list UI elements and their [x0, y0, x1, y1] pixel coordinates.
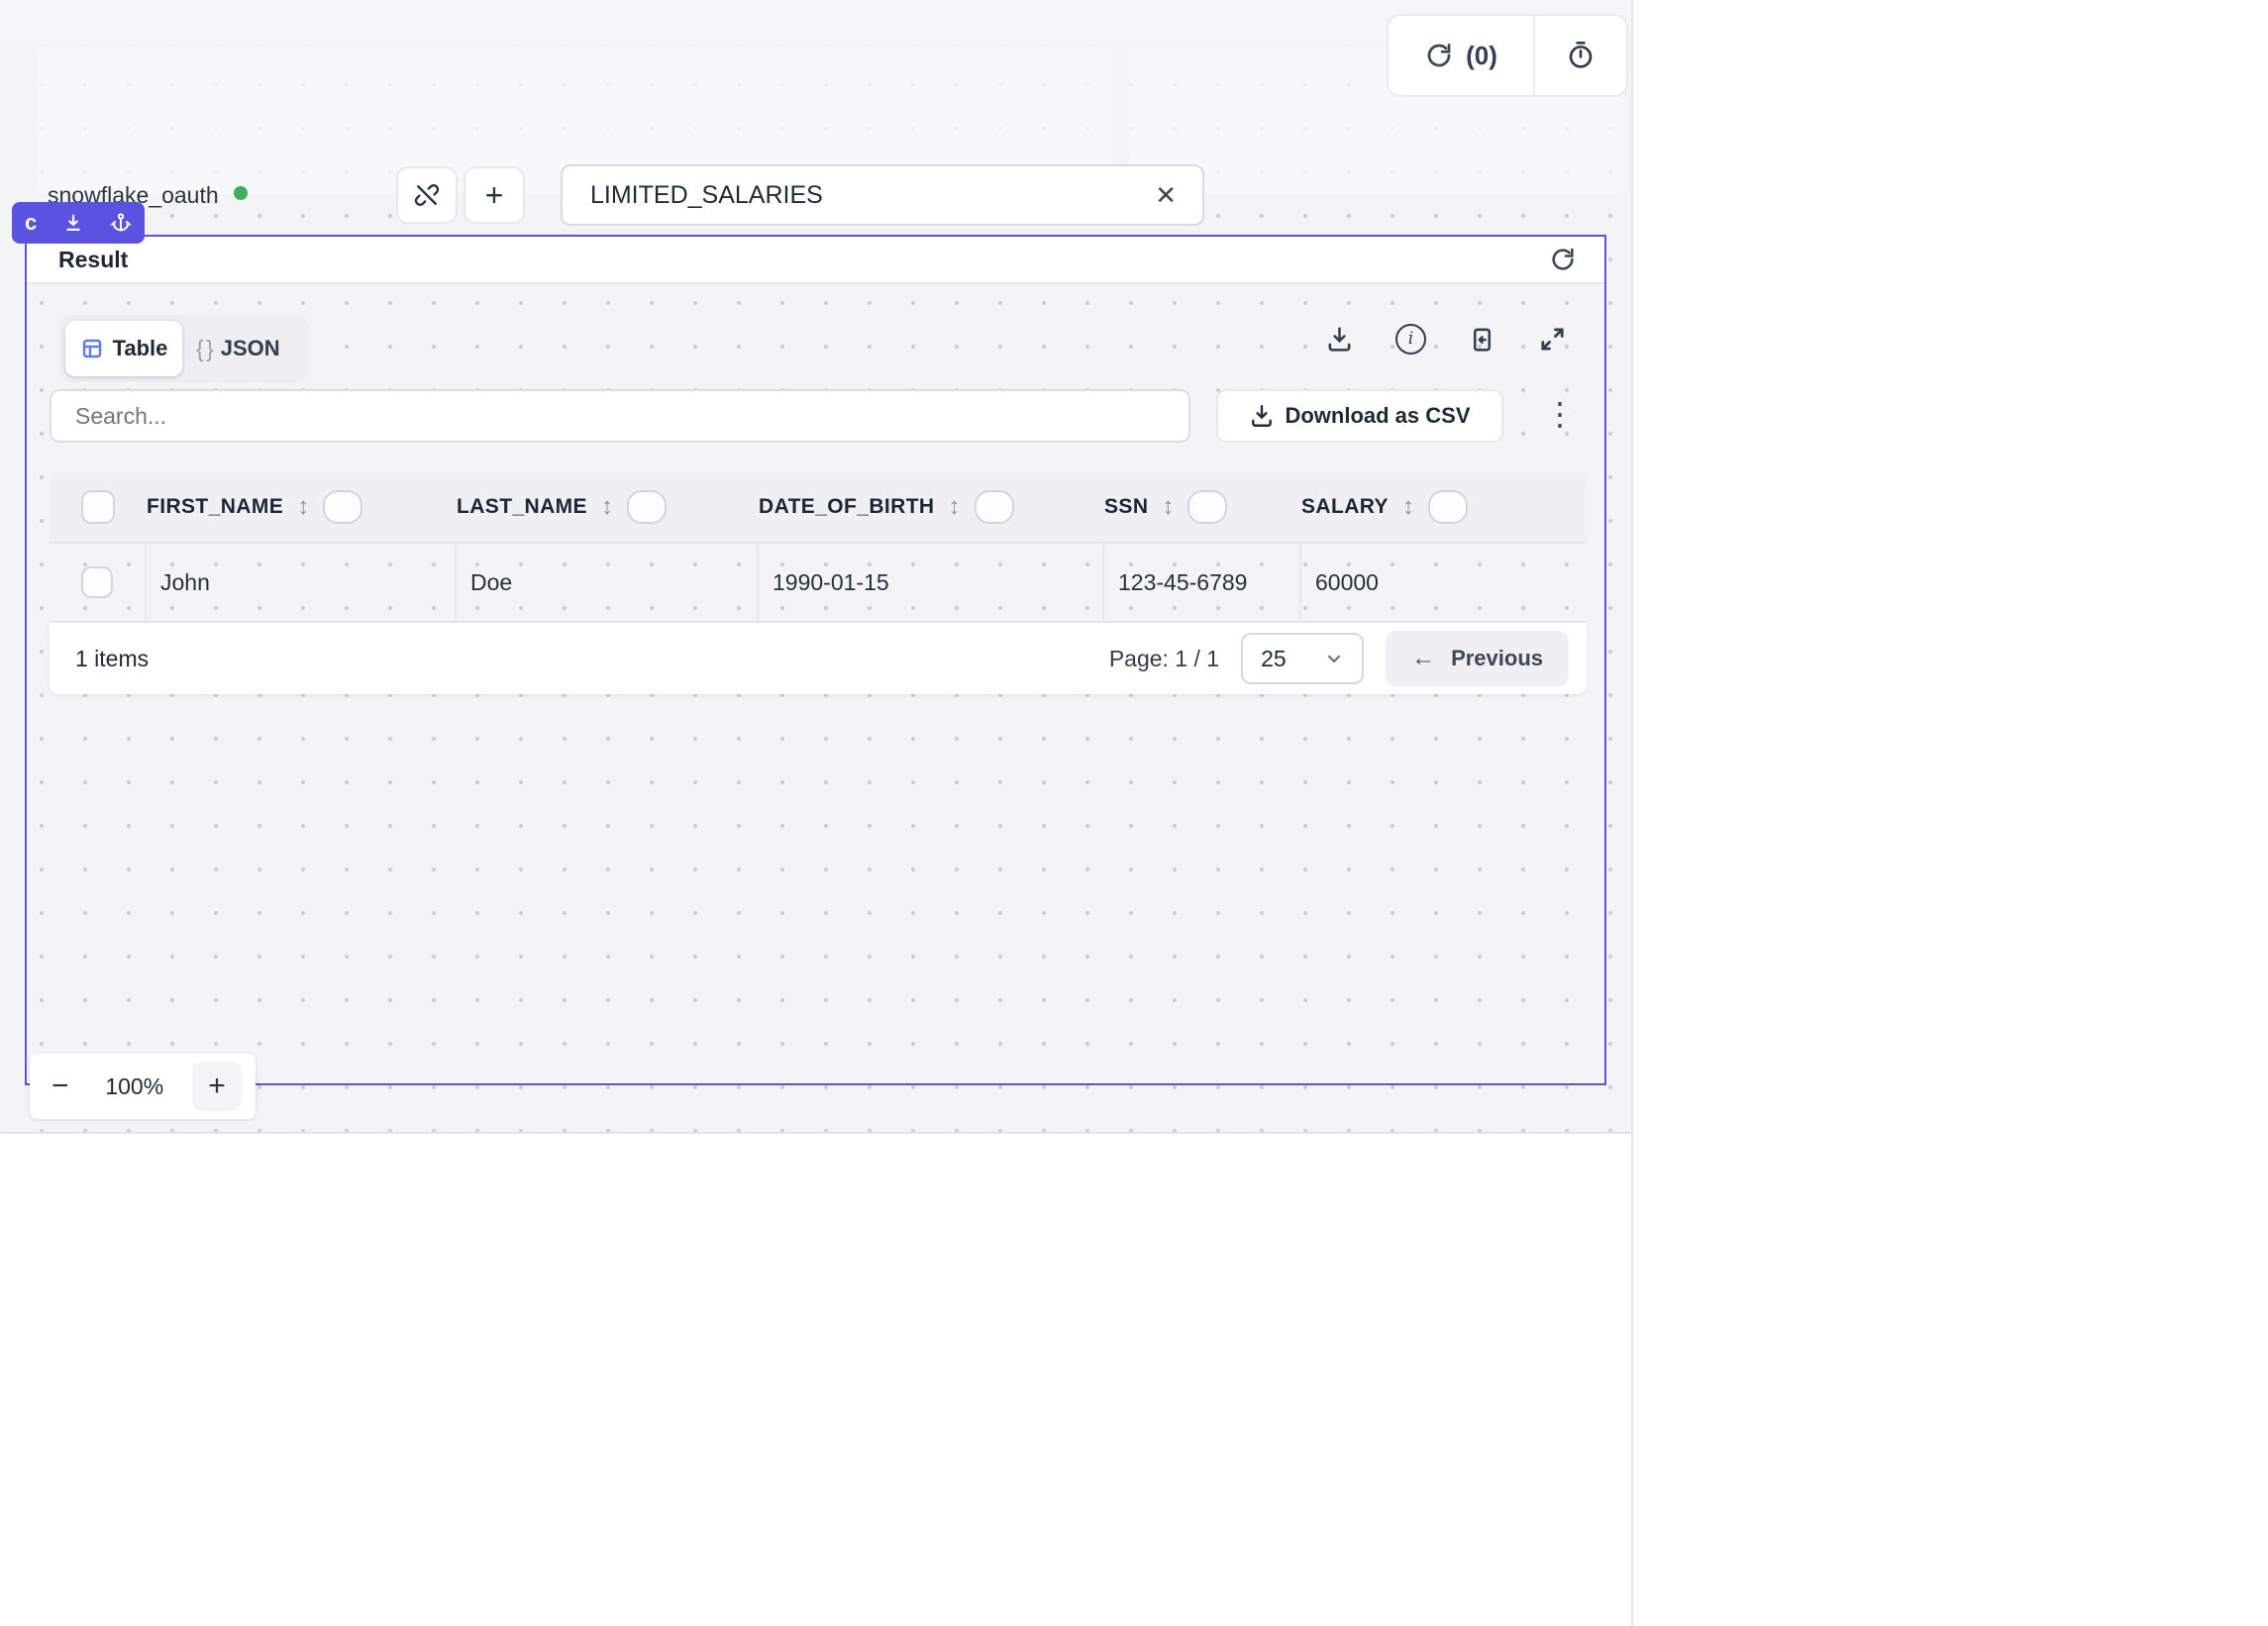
- page-indicator: Page: 1 / 1: [1109, 646, 1219, 672]
- table-cell: John: [160, 569, 210, 596]
- unlink-icon: [413, 181, 441, 209]
- table-row[interactable]: John Doe 1990-01-15 123-45-6789 60000: [50, 544, 1587, 623]
- selection-component-badge: c: [25, 210, 37, 236]
- sort-icon[interactable]: ↕: [1162, 493, 1174, 521]
- table-cell: Doe: [470, 569, 512, 596]
- tab-table-label: Table: [113, 336, 168, 361]
- column-toggle-pill[interactable]: [1428, 490, 1468, 524]
- row-checkbox[interactable]: [81, 566, 113, 598]
- clear-input-icon[interactable]: ✕: [1129, 180, 1202, 211]
- download-csv-button[interactable]: Download as CSV: [1216, 389, 1503, 443]
- col-header-salary[interactable]: SALARY: [1301, 495, 1389, 519]
- page-size-select[interactable]: 25: [1241, 633, 1364, 684]
- items-count: 1 items: [75, 646, 149, 672]
- col-header-ssn[interactable]: SSN: [1104, 495, 1148, 519]
- zoom-controls: − 100% +: [30, 1054, 256, 1119]
- column-toggle-pill[interactable]: [1187, 490, 1227, 524]
- unlink-button[interactable]: [396, 166, 458, 224]
- fullscreen-icon[interactable]: [1538, 325, 1567, 354]
- sort-icon[interactable]: ↕: [1402, 493, 1414, 521]
- download-icon[interactable]: [1325, 325, 1354, 354]
- runnables-panel: Runnables Inline Script 0 c Background r…: [0, 1132, 411, 1626]
- zoom-out-button[interactable]: −: [44, 1069, 77, 1103]
- page-size-value: 25: [1261, 646, 1287, 672]
- result-refresh-icon[interactable]: [1549, 246, 1577, 273]
- move-down-icon[interactable]: [62, 212, 84, 234]
- table-search-input[interactable]: [52, 403, 1188, 430]
- table-footer: 1 items Page: 1 / 1 25 ← Previous: [50, 623, 1587, 694]
- sort-icon[interactable]: ↕: [601, 493, 613, 521]
- result-title: Result: [58, 247, 128, 273]
- chevron-down-icon: [1324, 649, 1344, 668]
- table-select-wrap: ✕: [561, 164, 1204, 226]
- table-search-wrap: [50, 389, 1190, 443]
- table-icon: [80, 337, 104, 360]
- status-dot-green: [234, 186, 248, 200]
- col-header-last-name[interactable]: LAST_NAME: [457, 495, 587, 519]
- result-header: Result: [27, 237, 1604, 284]
- previous-label: Previous: [1451, 646, 1543, 671]
- tab-table[interactable]: Table: [65, 321, 182, 376]
- table-cell: 1990-01-15: [773, 569, 889, 596]
- refresh-count: (0): [1466, 41, 1497, 71]
- canvas-refresh-group: (0): [1387, 14, 1628, 97]
- timer-icon: [1565, 40, 1597, 71]
- inspector-sidebar: + Rich Result Data source c: [1631, 0, 2268, 1626]
- sort-icon[interactable]: ↕: [949, 493, 961, 521]
- rich-result-component[interactable]: Result Table { } JSON: [25, 235, 1606, 1085]
- download-csv-label: Download as CSV: [1285, 403, 1470, 429]
- table-name-input[interactable]: [563, 181, 1129, 210]
- refresh-icon: [1424, 41, 1454, 70]
- plus-icon: +: [485, 177, 504, 214]
- previous-page-button[interactable]: ← Previous: [1386, 631, 1569, 686]
- copy-clipboard-icon[interactable]: [1468, 325, 1496, 354]
- selection-toolbar: c: [12, 202, 145, 244]
- app-canvas[interactable]: (0) snowflake_oauth + ✕ c: [0, 0, 1631, 1132]
- table-action-icons: i: [1325, 324, 1567, 355]
- add-column-button[interactable]: +: [464, 166, 525, 224]
- column-toggle-pill[interactable]: [627, 490, 667, 524]
- zoom-level: 100%: [105, 1073, 163, 1100]
- info-icon[interactable]: i: [1395, 324, 1426, 355]
- col-header-first-name[interactable]: FIRST_NAME: [147, 495, 283, 519]
- script-editor-panel: ⚙ Format ⌘S Run ⌘↵ 1 -- ? table_name (va…: [411, 1132, 1631, 1626]
- anchor-icon[interactable]: [110, 212, 132, 234]
- arrow-left-icon: ←: [1411, 645, 1435, 672]
- table-header-row: FIRST_NAME ↕ LAST_NAME ↕ DATE_OF_BIRTH ↕…: [50, 472, 1587, 544]
- tab-json-label: JSON: [221, 336, 280, 361]
- col-header-date-of-birth[interactable]: DATE_OF_BIRTH: [759, 495, 935, 519]
- app-root: (0) snowflake_oauth + ✕ c: [0, 0, 2268, 1626]
- select-all-checkbox[interactable]: [81, 490, 115, 524]
- zoom-in-button[interactable]: +: [192, 1062, 242, 1111]
- table-cell: 60000: [1315, 569, 1379, 596]
- refresh-queries-button[interactable]: (0): [1389, 16, 1535, 95]
- history-button[interactable]: [1535, 16, 1626, 95]
- column-toggle-pill[interactable]: [975, 490, 1014, 524]
- tab-json[interactable]: { } JSON: [188, 336, 280, 362]
- result-view-tabs: Table { } JSON: [59, 315, 309, 382]
- sort-icon[interactable]: ↕: [297, 493, 309, 521]
- braces-icon: { }: [196, 336, 212, 362]
- download-csv-icon: [1249, 403, 1275, 429]
- column-toggle-pill[interactable]: [323, 490, 362, 524]
- table-menu-kebab-icon[interactable]: ⋮: [1544, 395, 1576, 433]
- table-cell: 123-45-6789: [1118, 569, 1247, 596]
